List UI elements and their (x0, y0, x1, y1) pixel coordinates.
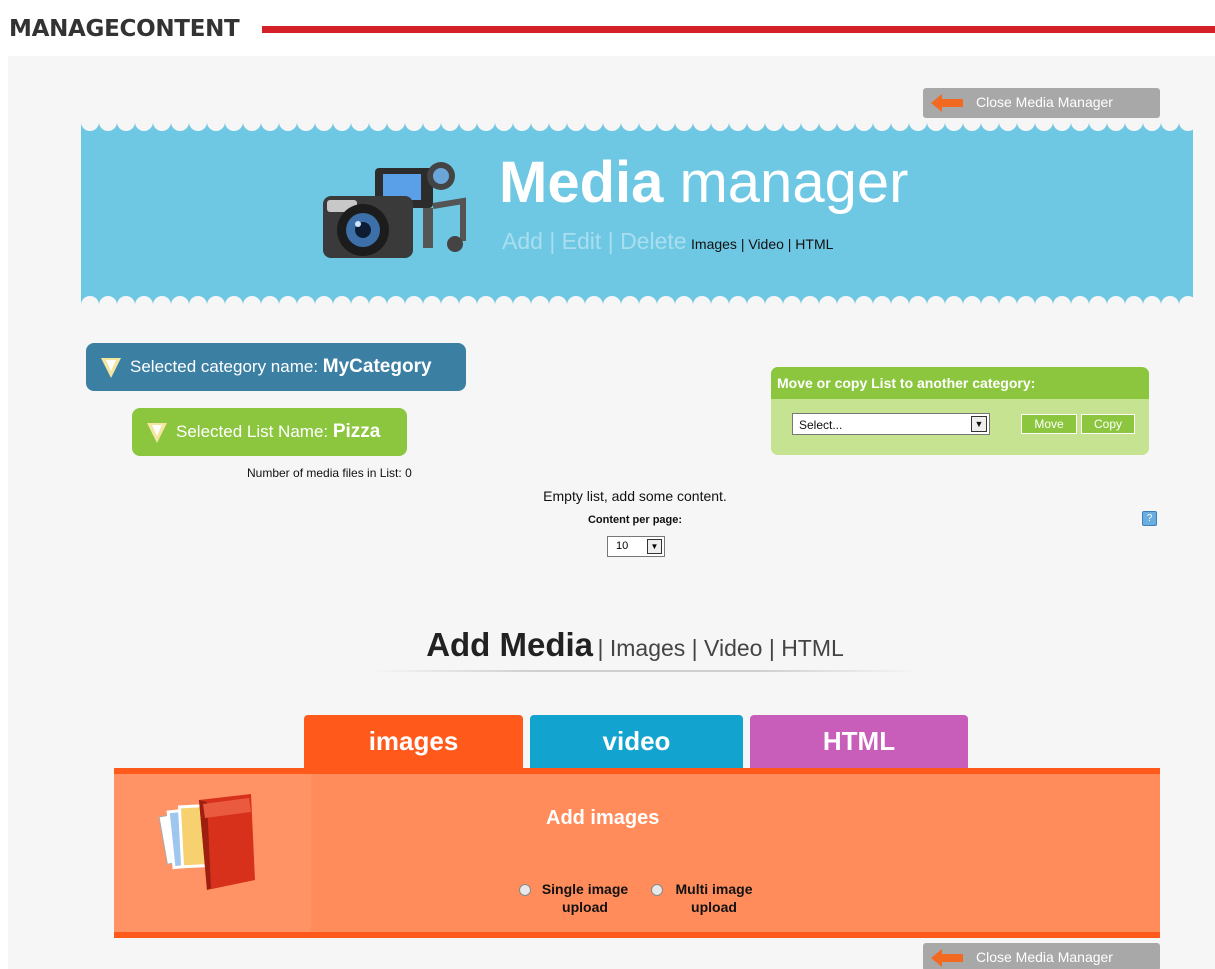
banner-operations: Add | Edit | Delete (502, 228, 687, 254)
tab-images[interactable]: images (304, 715, 523, 768)
content-per-page-select[interactable]: 10 ▼ (607, 536, 665, 557)
banner-scallop-top (81, 122, 1193, 134)
title-divider (262, 26, 1215, 33)
close-media-manager-button-bottom[interactable]: Close Media Manager (923, 943, 1160, 969)
help-icon[interactable]: ? (1142, 511, 1157, 526)
move-button[interactable]: Move (1021, 414, 1077, 434)
list-name: Pizza (332, 421, 381, 442)
media-count-text: Number of media files in List: 0 (247, 466, 412, 480)
multi-image-label-2: upload (691, 899, 737, 915)
chevron-down-icon (101, 358, 121, 378)
multi-image-upload-option[interactable]: Multi image upload (651, 880, 761, 916)
single-image-upload-option[interactable]: Single image upload (519, 880, 639, 916)
banner-types: Images | Video | HTML (691, 236, 834, 252)
multi-image-label-1: Multi image (675, 881, 753, 897)
banner-title-bold: Media (499, 150, 664, 215)
single-image-label-2: upload (562, 899, 608, 915)
list-label: Selected List Name: (176, 422, 333, 441)
category-select[interactable]: Select... ▼ (792, 413, 990, 435)
page-title: MANAGECONTENT (9, 16, 240, 42)
selected-list-pill[interactable]: Selected List Name: Pizza (132, 408, 407, 456)
page-header: MANAGECONTENT (0, 0, 1215, 56)
selected-category-pill[interactable]: Selected category name: MyCategory (86, 343, 466, 391)
banner-title-rest: manager (663, 150, 909, 215)
chevron-down-icon: ▼ (971, 416, 987, 432)
banner-scallop-bottom (81, 293, 1193, 305)
images-upload-panel: Add images Single image upload Multi ima… (114, 768, 1160, 938)
content-per-page-label: Content per page: (587, 514, 683, 526)
image-album-icon (159, 794, 255, 890)
content-per-page-value: 10 (616, 540, 629, 552)
single-image-label-1: Single image (541, 881, 629, 897)
radio-button[interactable] (519, 884, 531, 896)
close-media-manager-label: Close Media Manager (976, 94, 1113, 110)
chevron-down-icon: ▼ (647, 539, 662, 554)
move-copy-heading: Move or copy List to another category: (771, 367, 1149, 399)
category-name: MyCategory (322, 356, 432, 377)
selected-category-text: Selected category name: MyCategory (130, 356, 432, 378)
close-media-manager-button-top[interactable]: Close Media Manager (923, 88, 1160, 118)
tab-html[interactable]: HTML (750, 715, 968, 768)
upload-icon-area (114, 774, 311, 932)
add-media-title: Add Media (426, 626, 594, 663)
banner-title: Media manager (499, 154, 908, 212)
empty-list-message: Empty list, add some content. (543, 488, 727, 504)
arrow-left-icon (931, 94, 963, 112)
add-media-heading: Add Media | Images | Video | HTML (0, 626, 1215, 664)
arrow-left-icon (931, 949, 963, 967)
category-select-value: Select... (799, 418, 843, 432)
category-label: Selected category name: (130, 357, 323, 376)
radio-button[interactable] (651, 884, 663, 896)
add-media-types: | Images | Video | HTML (597, 635, 844, 661)
add-images-title: Add images (546, 807, 660, 829)
media-manager-banner: Media manager Add | Edit | Delete Images… (81, 122, 1193, 305)
move-copy-panel: Move or copy List to another category: S… (771, 367, 1149, 455)
chevron-down-icon (147, 423, 167, 443)
copy-button[interactable]: Copy (1081, 414, 1135, 434)
add-media-underline (370, 670, 920, 672)
tab-video[interactable]: video (530, 715, 743, 768)
banner-subtitle: Add | Edit | Delete Images | Video | HTM… (502, 228, 833, 255)
close-media-manager-label: Close Media Manager (976, 949, 1113, 965)
camera-icon (323, 162, 466, 258)
selected-list-text: Selected List Name: Pizza (176, 421, 380, 443)
